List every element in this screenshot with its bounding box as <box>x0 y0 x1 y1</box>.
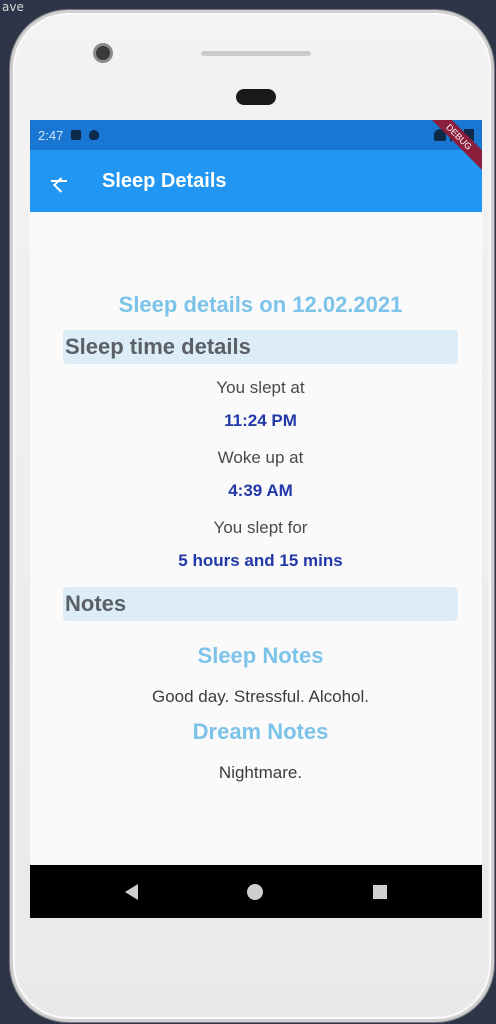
status-time: 2:47 <box>38 127 64 143</box>
slept-for-value: 5 hours and 15 mins <box>178 551 343 570</box>
dream-notes-title: Dream Notes <box>192 719 329 744</box>
shield-icon <box>89 130 100 140</box>
device-screen: 2:47 DEBUG Sleep Details Sleep details o… <box>30 120 482 918</box>
page-title: Sleep Details <box>102 169 227 192</box>
nav-recents-icon[interactable] <box>373 884 388 899</box>
app-bar: Sleep Details <box>30 150 482 212</box>
details-heading: Sleep details on 12.02.2021 <box>118 292 403 317</box>
background-window-text: ave <box>2 0 24 14</box>
android-nav-bar <box>30 865 482 918</box>
front-camera <box>93 43 113 63</box>
earpiece-speaker <box>201 51 311 56</box>
status-bar: 2:47 DEBUG <box>30 120 482 174</box>
woke-up-label: Woke up at <box>217 448 304 467</box>
proximity-sensor <box>236 89 276 105</box>
sleep-notes-text: Good day. Stressful. Alcohol. <box>151 687 370 706</box>
woke-up-value: 4:39 AM <box>228 481 293 500</box>
back-arrow-icon[interactable] <box>48 169 72 193</box>
notes-section-header: Notes <box>63 587 458 621</box>
nav-home-icon[interactable] <box>247 883 264 900</box>
nav-back-icon[interactable] <box>124 883 138 900</box>
slept-at-label: You slept at <box>216 378 305 397</box>
notification-icon <box>71 130 82 140</box>
slept-for-label: You slept for <box>213 518 308 537</box>
dream-notes-text: Nightmare. <box>218 763 303 782</box>
sleep-details-content: Sleep details on 12.02.2021 Sleep time d… <box>30 292 482 783</box>
sleep-time-section-header: Sleep time details <box>63 330 458 364</box>
slept-at-value: 11:24 PM <box>224 411 297 430</box>
phone-frame: 2:47 DEBUG Sleep Details Sleep details o… <box>10 10 494 1022</box>
sleep-notes-title: Sleep Notes <box>197 643 324 668</box>
